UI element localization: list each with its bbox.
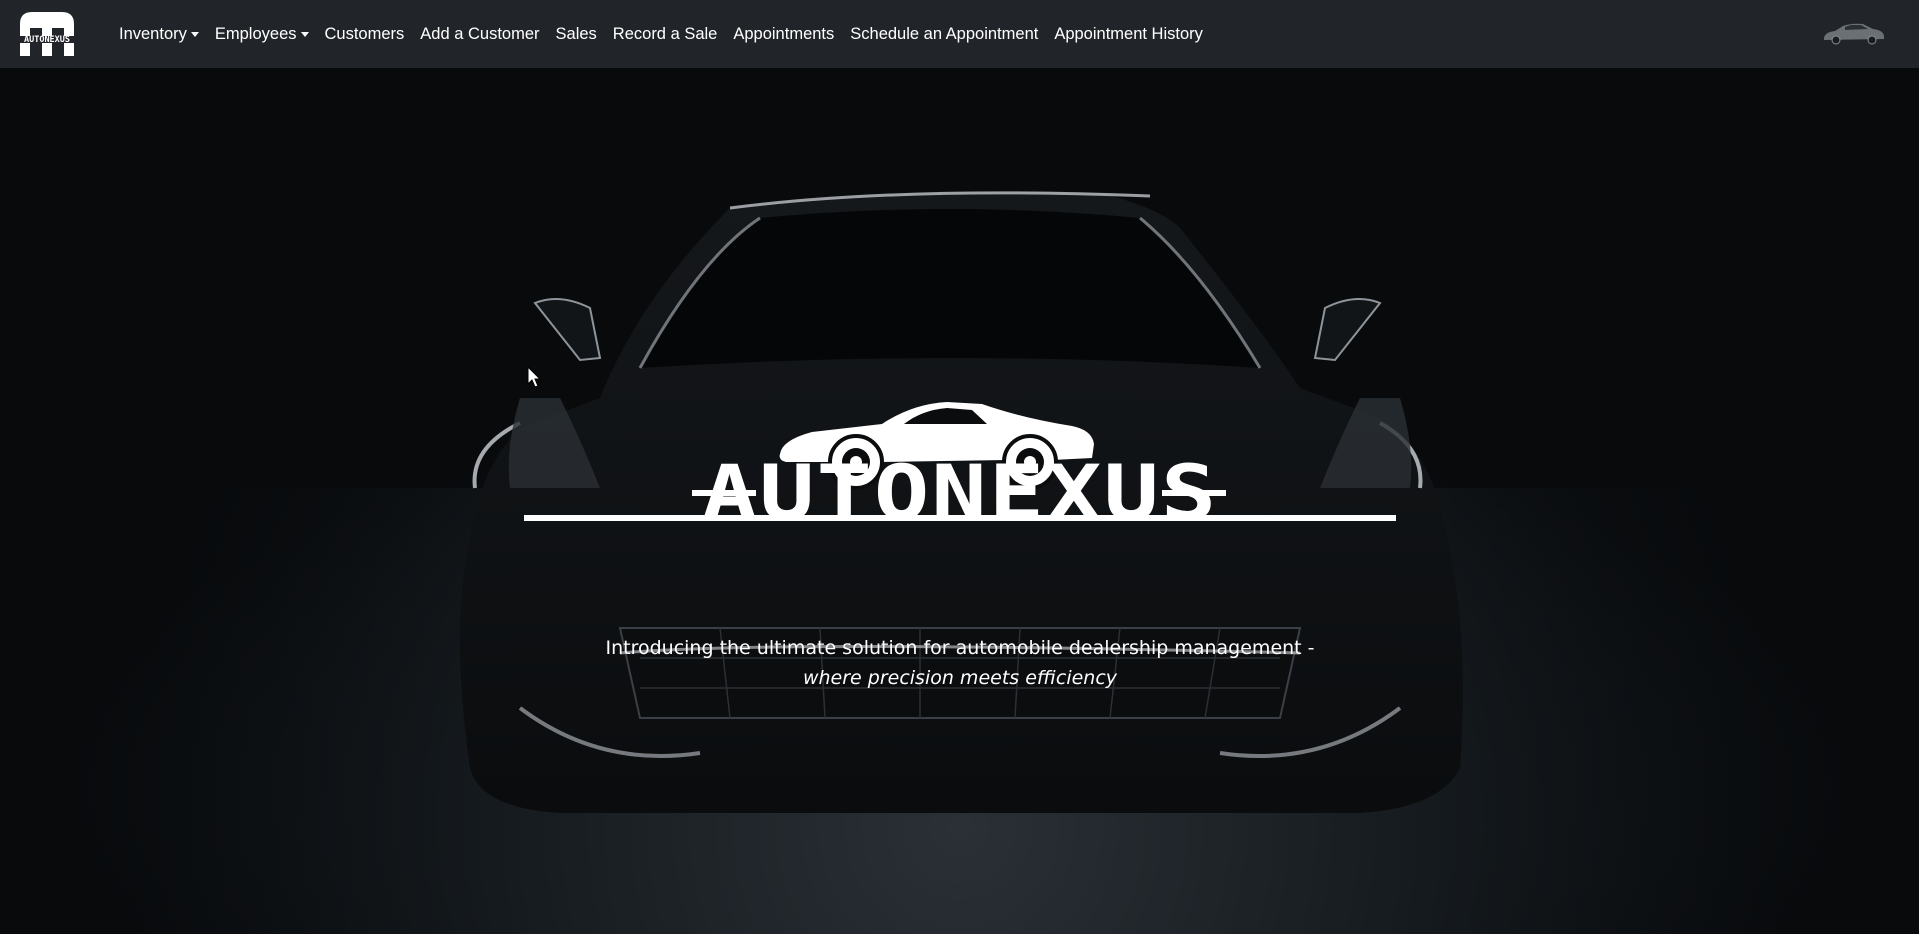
- nav-employees-dropdown[interactable]: Employees: [207, 0, 317, 68]
- nav-appointments-link[interactable]: Appointments: [725, 0, 842, 68]
- chevron-down-icon: [190, 31, 199, 37]
- navbar: AUTONEXUS Inventory Employees Customers …: [0, 0, 1919, 68]
- nav-appointment-history-link[interactable]: Appointment History: [1046, 0, 1211, 68]
- nav-sales-link[interactable]: Sales: [548, 0, 605, 68]
- nav-record-sale-link[interactable]: Record a Sale: [605, 0, 726, 68]
- hero-wordmark: AUTONEXUS: [701, 449, 1219, 538]
- mouse-cursor-icon: [527, 366, 541, 388]
- nav-inventory-label: Inventory: [119, 24, 187, 43]
- nav-menu: Inventory Employees Customers Add a Cust…: [111, 0, 1211, 68]
- hero-section: AUTONEXUS Introducing the ultimate solut…: [0, 68, 1919, 934]
- nav-schedule-appointment-link[interactable]: Schedule an Appointment: [842, 0, 1046, 68]
- hero-tagline: Introducing the ultimate solution for au…: [560, 633, 1360, 693]
- nav-employees-label: Employees: [214, 24, 297, 43]
- tagline-line-1: Introducing the ultimate solution for au…: [605, 637, 1315, 659]
- nav-add-customer-link[interactable]: Add a Customer: [412, 0, 547, 68]
- svg-text:AUTONEXUS: AUTONEXUS: [24, 35, 70, 45]
- brand-logo[interactable]: AUTONEXUS: [10, 8, 84, 58]
- car-thumbnail-icon: [1821, 20, 1887, 46]
- chevron-down-icon: [300, 31, 309, 37]
- nav-customers-link[interactable]: Customers: [317, 0, 413, 68]
- tagline-line-2: where precision meets efficiency: [802, 667, 1118, 689]
- nav-inventory-dropdown[interactable]: Inventory: [111, 0, 207, 68]
